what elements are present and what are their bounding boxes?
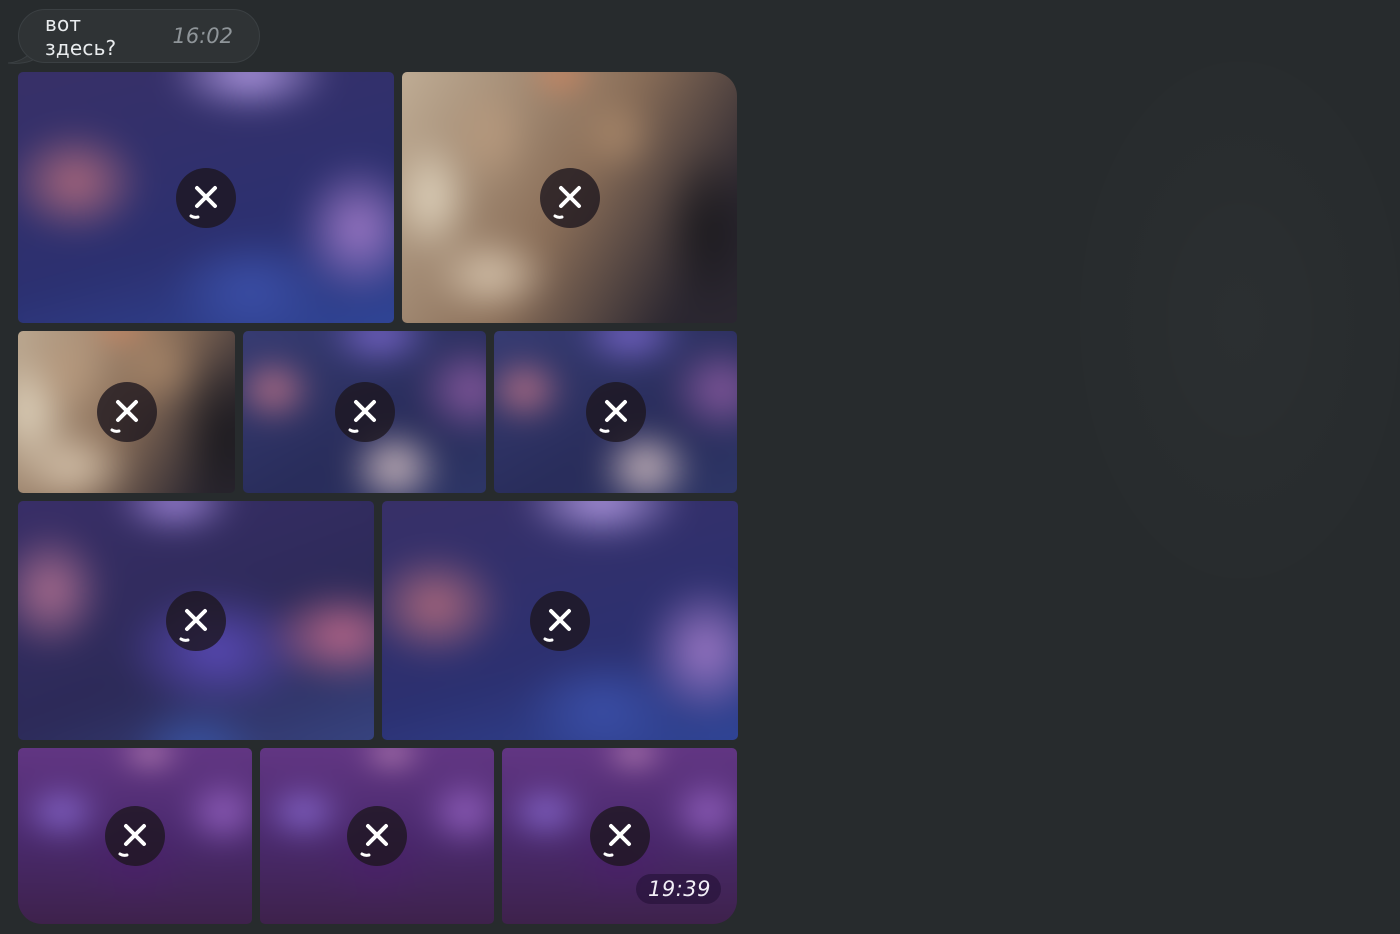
- album-photo[interactable]: [494, 331, 737, 493]
- cancel-download-icon[interactable]: [589, 806, 650, 866]
- cancel-download-icon[interactable]: [334, 382, 395, 442]
- cancel-download-icon[interactable]: [176, 167, 236, 228]
- cancel-download-icon[interactable]: [539, 167, 600, 228]
- album-photo[interactable]: [18, 72, 394, 323]
- cancel-download-icon[interactable]: [105, 806, 165, 866]
- album-photo[interactable]: 19:39: [502, 748, 737, 924]
- cancel-download-icon[interactable]: [530, 590, 590, 651]
- message-time: 16:02: [172, 24, 233, 48]
- cancel-download-icon[interactable]: [166, 590, 226, 651]
- album-photo[interactable]: [382, 501, 738, 740]
- album-photo[interactable]: [402, 72, 737, 323]
- message-bubble[interactable]: вот здесь? 16:02: [18, 9, 260, 63]
- message-text: вот здесь?: [45, 12, 117, 60]
- album-time-badge: 19:39: [635, 874, 721, 904]
- album-photo[interactable]: [260, 748, 494, 924]
- cancel-download-icon[interactable]: [585, 382, 646, 442]
- album-photo[interactable]: [243, 331, 486, 493]
- album-photo[interactable]: [18, 501, 374, 740]
- cancel-download-icon[interactable]: [96, 382, 157, 442]
- album-photo[interactable]: [18, 331, 235, 493]
- cancel-download-icon[interactable]: [347, 806, 407, 866]
- album-photo[interactable]: [18, 748, 252, 924]
